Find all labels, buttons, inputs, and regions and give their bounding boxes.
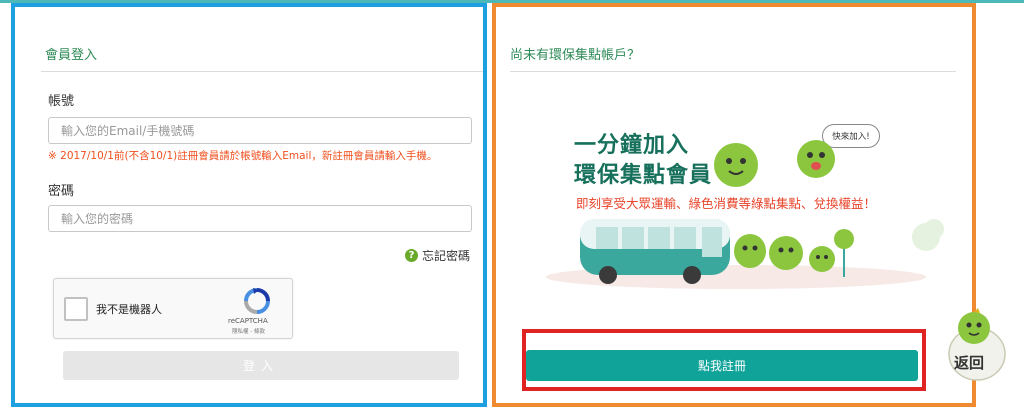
password-label: 密碼 xyxy=(48,184,75,199)
password-input[interactable] xyxy=(48,205,472,232)
register-divider xyxy=(510,71,956,72)
register-title: 尚未有環保集點帳戶？ xyxy=(510,48,641,63)
recaptcha-links[interactable]: 隱私權 - 條款 xyxy=(232,327,265,335)
mascot-icon xyxy=(797,140,835,178)
promo-illustration xyxy=(546,140,944,289)
login-title: 會員登入 xyxy=(45,48,98,63)
mascot-icon xyxy=(714,143,758,187)
login-divider xyxy=(41,71,483,72)
recaptcha-brand: reCAPTCHA xyxy=(228,317,268,325)
mascot-icon xyxy=(809,246,835,272)
tree-icon xyxy=(912,219,944,251)
question-icon: ? xyxy=(405,249,418,262)
account-input[interactable] xyxy=(48,117,472,144)
recaptcha-checkbox[interactable] xyxy=(64,297,88,321)
mascot-icon xyxy=(734,234,766,268)
register-panel: 尚未有環保集點帳戶？ 一分鐘加入 環保集點會員 即刻享受大眾運輸、綠色消費等綠點… xyxy=(492,3,976,407)
forgot-password-label: 忘記密碼 xyxy=(422,249,471,263)
forgot-password-link[interactable]: ? 忘記密碼 xyxy=(405,247,470,264)
bus-icon xyxy=(580,219,730,284)
recaptcha-text: 我不是機器人 xyxy=(96,303,162,316)
register-button[interactable]: 點我註冊 xyxy=(526,350,918,381)
back-label[interactable]: 返回 xyxy=(954,352,984,373)
mascot-icon xyxy=(769,236,803,270)
login-button[interactable]: 登入 xyxy=(63,351,459,380)
recaptcha-widget: 我不是機器人 reCAPTCHA 隱私權 - 條款 xyxy=(53,278,293,339)
account-label: 帳號 xyxy=(48,94,75,109)
account-notice: ※ 2017/10/1前(不含10/1)註冊會員請於帳號輸入Email，新註冊會… xyxy=(48,150,438,162)
recaptcha-logo-icon xyxy=(244,288,270,314)
login-panel: 會員登入 帳號 ※ 2017/10/1前(不含10/1)註冊會員請於帳號輸入Em… xyxy=(11,3,487,407)
